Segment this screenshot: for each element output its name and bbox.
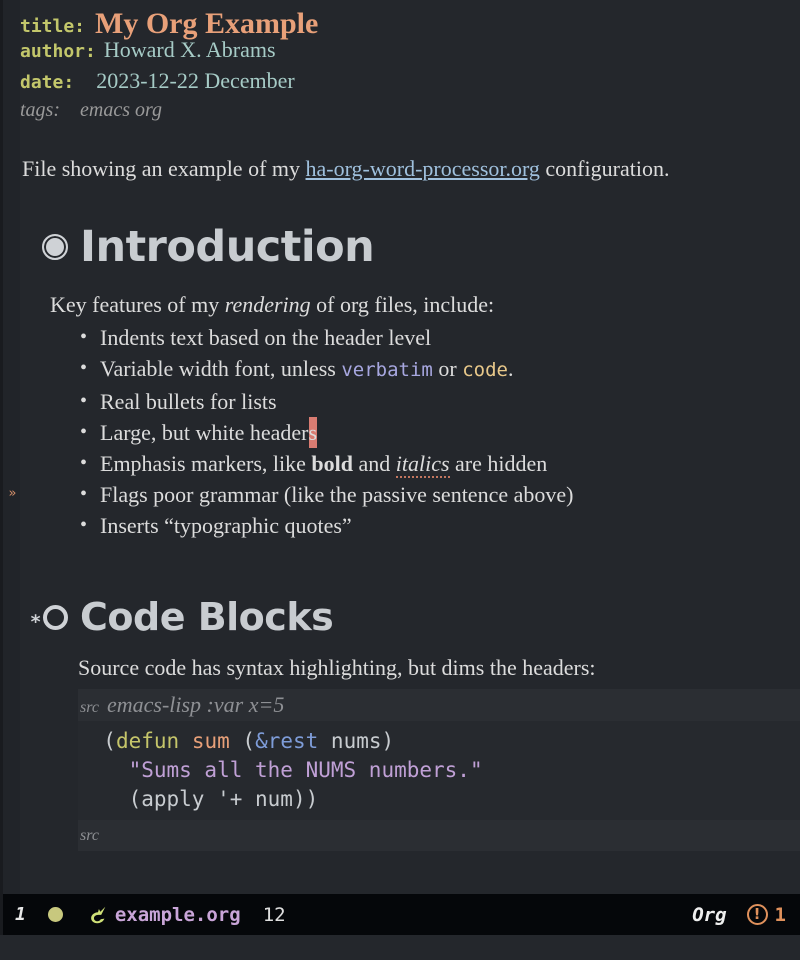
feature-list: • Indents text based on the header level… (50, 322, 800, 541)
window-number: 1 (15, 904, 26, 925)
code-blocks-section-body: Source code has syntax highlighting, but… (20, 639, 800, 851)
list-item: • Emphasis markers, like bold and italic… (80, 448, 800, 479)
list-item: • Flags poor grammar (like the passive s… (80, 479, 800, 510)
filled-ring-bullet-icon (20, 234, 80, 260)
code-token-sum: sum (191, 729, 230, 753)
src-end-tag: src (80, 827, 99, 844)
buffer-content: title: My Org Example author: Howard X. … (20, 0, 800, 894)
document-title: My Org Example (95, 7, 319, 40)
code-token-apply: (apply '+ num)) (128, 787, 319, 811)
italic-text: italics (395, 451, 450, 478)
code-text: code (462, 359, 508, 381)
list-bullet-icon: • (80, 326, 88, 348)
major-mode-label[interactable]: Org (692, 904, 726, 926)
list-bullet-icon: • (80, 483, 88, 505)
org-buffer[interactable]: » title: My Org Example author: Howard X… (3, 0, 800, 894)
list-item-text-end: . (507, 356, 514, 381)
error-circle-icon[interactable]: ! (746, 904, 768, 925)
introduction-section-body: Key features of my rendering of org file… (20, 272, 800, 541)
org-config-link[interactable]: ha-org-word-processor.org (306, 156, 540, 181)
bold-text: bold (311, 451, 353, 476)
src-begin-tag: src (80, 699, 99, 716)
list-item-text-mid: and (353, 451, 396, 476)
list-item-text: Flags poor grammar (like the passive sen… (100, 482, 574, 507)
heading-star-prefix: * (30, 611, 41, 633)
text-cursor: s (308, 417, 318, 448)
list-item-text: Variable width font, unless (100, 356, 342, 381)
list-item-text-mid: or (432, 356, 463, 381)
intro-text-after-link: configuration. (539, 156, 670, 181)
list-item: • Variable width font, unless verbatim o… (80, 353, 800, 386)
list-item-text: Inserts “typographic quotes” (100, 513, 352, 538)
list-item: • Large, but white headers (80, 417, 800, 448)
src-block-header: src emacs-lisp :var x=5 (78, 689, 800, 721)
list-bullet-icon: • (80, 421, 88, 443)
intro-text-before-link: File showing an example of my (22, 156, 306, 181)
line-continuation-marker-icon: » (8, 486, 17, 501)
introduction-lead-text: Key features of my rendering of org file… (50, 290, 800, 320)
document-tags: emacs org (80, 99, 163, 121)
modeline-left-group: 1 example.org 12 (15, 904, 286, 926)
org-mode-unicorn-icon (87, 904, 109, 926)
src-block[interactable]: src emacs-lisp :var x=5 (defun sum (&rest… (78, 689, 800, 851)
emacs-frame: » title: My Org Example author: Howard X… (0, 0, 800, 960)
heading-introduction[interactable]: Introduction (20, 222, 800, 272)
cursor-position: 12 (262, 903, 286, 926)
modeline-right-group: Org ! 1 (692, 904, 786, 926)
lead-before: Key features of my (50, 292, 225, 317)
date-keyword-label: date: (20, 72, 75, 93)
intro-paragraph: File showing an example of my ha-org-wor… (20, 130, 800, 184)
heading-introduction-label: Introduction (80, 222, 375, 272)
title-keyword-label: title: (20, 16, 86, 37)
heading-code-blocks-label: Code Blocks (80, 595, 334, 639)
left-fringe: » (3, 0, 20, 894)
lead-after: of org files, include: (310, 292, 495, 317)
code-token-rest: &rest (255, 729, 319, 753)
list-bullet-icon: • (80, 514, 88, 536)
tags-keyword-label: tags: (20, 99, 60, 121)
echo-area (0, 935, 800, 960)
keyword-line-date: date: 2023-12-22 December (20, 68, 800, 99)
author-keyword-label: author: (20, 41, 96, 62)
hollow-ring-bullet-icon: * (20, 604, 80, 633)
lead-emphasis: rendering (224, 292, 311, 317)
list-item: • Inserts “typographic quotes” (80, 510, 800, 541)
org-keyword-block: title: My Org Example author: Howard X. … (20, 0, 800, 130)
list-item-text: Emphasis markers, like (100, 451, 312, 476)
modeline: 1 example.org 12 Org ! 1 (3, 894, 800, 935)
error-count[interactable]: 1 (775, 904, 786, 926)
list-item: • Real bullets for lists (80, 386, 800, 417)
list-bullet-icon: • (80, 390, 88, 412)
list-item-text: Real bullets for lists (100, 389, 277, 414)
buffer-name[interactable]: example.org (115, 904, 241, 926)
src-block-footer: src (78, 820, 800, 851)
code-blocks-lead-text: Source code has syntax highlighting, but… (78, 655, 596, 680)
verbatim-text: verbatim (341, 359, 433, 381)
buffer-status-dot-icon[interactable] (47, 907, 63, 922)
list-bullet-icon: • (80, 452, 88, 474)
keyword-line-author: author: Howard X. Abrams (20, 37, 800, 68)
list-item-text: Indents text based on the header level (100, 325, 432, 350)
heading-code-blocks[interactable]: * Code Blocks (20, 595, 800, 639)
src-block-code[interactable]: (defun sum (&rest nums) "Sums all the NU… (78, 721, 800, 820)
code-token-defun: defun (115, 729, 180, 753)
list-item-text-end: are hidden (449, 451, 548, 476)
list-bullet-icon: • (80, 357, 88, 379)
keyword-line-tags: tags: emacs org (20, 99, 800, 130)
document-date: 2023-12-22 December (96, 68, 295, 93)
src-begin-args: emacs-lisp :var x=5 (106, 692, 285, 717)
list-item: • Indents text based on the header level (80, 322, 800, 353)
keyword-line-title: title: My Org Example (20, 6, 800, 40)
code-token-docstring: "Sums all the NUMS numbers." (128, 758, 483, 782)
list-item-text: Large, but white header (100, 420, 309, 445)
